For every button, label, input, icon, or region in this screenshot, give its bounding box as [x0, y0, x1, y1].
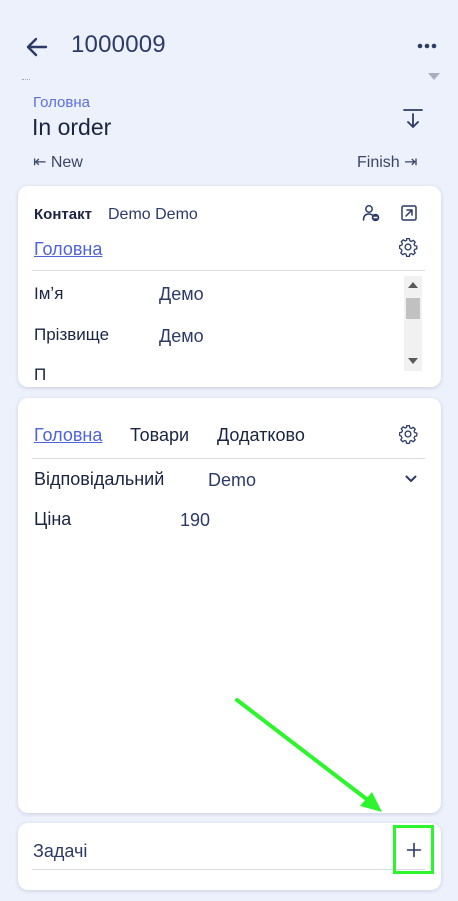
tasks-card: Задачі: [18, 823, 441, 890]
responsible-select[interactable]: Demo: [208, 470, 256, 491]
add-task-button[interactable]: [393, 825, 434, 874]
tab-main[interactable]: Головна: [34, 425, 102, 446]
price-label: Ціна: [34, 509, 72, 529]
contact-value[interactable]: Demo Demo: [108, 206, 198, 224]
price-value[interactable]: 190: [180, 510, 210, 531]
tab-products[interactable]: Товари: [130, 425, 189, 446]
back-arrow-icon[interactable]: [24, 34, 50, 60]
last-name-value[interactable]: Демо: [159, 326, 204, 347]
tab-main[interactable]: Головна: [34, 239, 102, 260]
more-options-icon[interactable]: [414, 36, 440, 56]
gear-icon[interactable]: [398, 424, 418, 444]
chevron-down-icon[interactable]: [404, 472, 418, 486]
scroll-thumb[interactable]: [406, 298, 420, 319]
gear-icon[interactable]: [398, 237, 418, 257]
responsible-label: Відповідальний: [34, 469, 165, 489]
expand-triangle-icon[interactable]: [428, 73, 440, 80]
cut-off-row-label: П: [34, 365, 47, 384]
stage-group-label: Головна: [33, 94, 90, 111]
first-name-label: Імʼя: [34, 284, 64, 303]
divider: [32, 270, 425, 271]
contact-label: Контакт: [34, 206, 92, 223]
person-remove-icon[interactable]: [362, 204, 380, 222]
deal-details-card: Головна Товари Додатково Відповідальний …: [18, 398, 441, 813]
plus-icon: [406, 842, 421, 857]
scrollbar[interactable]: [404, 276, 422, 371]
page-title: 1000009: [71, 31, 166, 58]
next-stage-button[interactable]: Finish ⇥: [357, 152, 418, 172]
open-external-icon[interactable]: [401, 205, 417, 221]
last-name-label: Прізвище: [34, 325, 110, 344]
divider: [32, 869, 425, 870]
arrow-down-to-line-icon[interactable]: [402, 107, 424, 131]
scroll-down-icon[interactable]: [408, 358, 418, 364]
stage-value[interactable]: In order: [32, 114, 111, 141]
divider: [32, 458, 425, 459]
prev-stage-button[interactable]: ⇤ New: [33, 152, 83, 172]
scroll-up-icon[interactable]: [408, 282, 418, 288]
contact-card: Контакт Demo Demo Головна Імʼя Демо Пріз…: [18, 186, 441, 387]
tab-additional[interactable]: Додатково: [217, 425, 305, 446]
tasks-label: Задачі: [33, 841, 88, 861]
progress-indicator: [22, 79, 30, 81]
first-name-value[interactable]: Демо: [159, 284, 204, 305]
